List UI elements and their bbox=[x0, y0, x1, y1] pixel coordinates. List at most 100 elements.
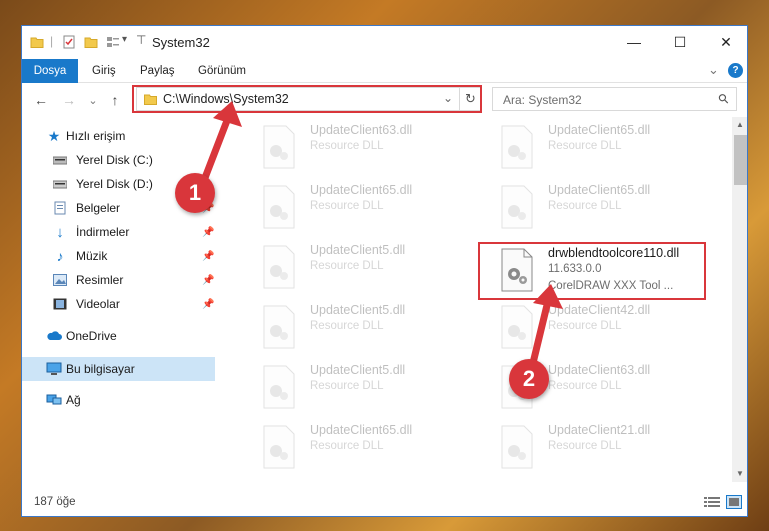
cloud-icon bbox=[46, 328, 62, 344]
step-2-badge: 2 bbox=[509, 359, 549, 399]
navigation-pane: ★ Hızlı erişim Yerel Disk (C:) Yerel Dis… bbox=[22, 117, 215, 482]
search-box[interactable]: Ara: System32 ⚲ bbox=[492, 87, 737, 111]
computer-icon bbox=[46, 361, 62, 377]
file-name: UpdateClient5.dll bbox=[310, 363, 406, 377]
list-item[interactable]: UpdateClient21.dll Resource DLL bbox=[482, 419, 712, 477]
file-name: UpdateClient65.dll bbox=[548, 183, 651, 197]
sidebar-item-label: Hızlı erişim bbox=[66, 129, 126, 143]
dll-file-icon bbox=[501, 125, 533, 169]
sidebar-item-music[interactable]: ♪ Müzik 📌 bbox=[22, 245, 215, 267]
separator: | bbox=[50, 34, 54, 48]
sidebar-item-label: Yerel Disk (D:) bbox=[76, 177, 153, 191]
back-button[interactable]: ← bbox=[32, 91, 50, 109]
sidebar-item-label: OneDrive bbox=[66, 329, 117, 343]
step-1-badge: 1 bbox=[175, 173, 215, 213]
window-title: System32 bbox=[152, 35, 210, 50]
qa-dropdown-icon[interactable]: ▾ bbox=[122, 34, 127, 45]
pin-icon[interactable]: 📌 bbox=[202, 251, 214, 262]
file-type: Resource DLL bbox=[310, 200, 384, 212]
maximize-button[interactable]: ☐ bbox=[657, 26, 703, 58]
network-icon bbox=[46, 392, 62, 408]
title-bar: | ▾ ⊤ System32 — ☐ ✕ bbox=[22, 26, 747, 59]
drive-icon bbox=[52, 176, 68, 192]
status-bar: 187 öğe bbox=[22, 486, 747, 516]
dll-file-icon bbox=[501, 185, 533, 229]
tab-file[interactable]: Dosya bbox=[22, 59, 78, 83]
sidebar-item-label: Videolar bbox=[76, 297, 120, 311]
file-type: Resource DLL bbox=[548, 200, 622, 212]
list-item[interactable]: UpdateClient5.dll Resource DLL bbox=[244, 359, 474, 417]
ribbon-collapse-icon[interactable]: ⌄ bbox=[708, 62, 719, 78]
file-type: Resource DLL bbox=[548, 320, 622, 332]
pin-icon[interactable]: 📌 bbox=[202, 299, 214, 310]
scroll-up-icon[interactable]: ▲ bbox=[736, 120, 744, 129]
up-button[interactable]: ↑ bbox=[106, 91, 124, 109]
drive-icon bbox=[52, 152, 68, 168]
file-type: Resource DLL bbox=[310, 140, 384, 152]
close-button[interactable]: ✕ bbox=[703, 26, 747, 58]
file-highlight-box bbox=[478, 242, 706, 300]
music-icon: ♪ bbox=[56, 248, 64, 264]
help-icon[interactable]: ? bbox=[728, 63, 743, 78]
new-folder-icon[interactable] bbox=[84, 35, 98, 49]
file-name: UpdateClient65.dll bbox=[310, 183, 413, 197]
sidebar-item-videos[interactable]: Videolar 📌 bbox=[22, 293, 215, 315]
sidebar-item-network[interactable]: Ağ bbox=[22, 389, 215, 411]
list-item[interactable]: UpdateClient5.dll Resource DLL bbox=[244, 239, 474, 297]
file-type: Resource DLL bbox=[548, 140, 622, 152]
file-name: UpdateClient65.dll bbox=[310, 423, 413, 437]
pin-icon[interactable]: 📌 bbox=[202, 275, 214, 286]
details-view-icon[interactable] bbox=[704, 496, 720, 508]
file-name: UpdateClient21.dll bbox=[548, 423, 651, 437]
list-item[interactable]: UpdateClient65.dll Resource DLL bbox=[482, 179, 712, 237]
list-item[interactable]: UpdateClient65.dll Resource DLL bbox=[244, 419, 474, 477]
sidebar-item-pictures[interactable]: Resimler 📌 bbox=[22, 269, 215, 291]
file-name: UpdateClient63.dll bbox=[310, 123, 413, 137]
file-type: Resource DLL bbox=[310, 260, 384, 272]
file-name: UpdateClient5.dll bbox=[310, 303, 406, 317]
large-icons-view-icon[interactable] bbox=[726, 495, 742, 509]
sidebar-item-label: Resimler bbox=[76, 273, 124, 287]
sidebar-item-downloads[interactable]: ↓ İndirmeler 📌 bbox=[22, 221, 215, 243]
qa-customize-icon[interactable]: ⊤ bbox=[136, 33, 146, 47]
list-item[interactable]: UpdateClient65.dll Resource DLL bbox=[244, 179, 474, 237]
search-placeholder: Ara: System32 bbox=[503, 93, 582, 107]
list-item[interactable]: UpdateClient5.dll Resource DLL bbox=[244, 299, 474, 357]
vertical-scrollbar[interactable]: ▲ ▼ bbox=[732, 117, 747, 482]
sidebar-item-label: Belgeler bbox=[76, 201, 121, 215]
list-item[interactable]: UpdateClient42.dll Resource DLL bbox=[482, 299, 712, 357]
file-name: UpdateClient5.dll bbox=[310, 243, 406, 257]
sidebar-item-label: Ağ bbox=[66, 393, 81, 407]
file-type: Resource DLL bbox=[548, 380, 622, 392]
sidebar-item-quick-access[interactable]: ★ Hızlı erişim bbox=[22, 125, 215, 147]
dll-file-icon bbox=[501, 305, 533, 349]
sidebar-item-this-pc[interactable]: Bu bilgisayar bbox=[22, 357, 215, 381]
dll-file-icon bbox=[501, 425, 533, 469]
downloads-icon: ↓ bbox=[56, 223, 64, 241]
search-icon[interactable]: ⚲ bbox=[715, 90, 733, 108]
ribbon-tabs: Dosya Giriş Paylaş Görünüm ⌄ ? bbox=[22, 59, 747, 83]
tab-home[interactable]: Giriş bbox=[82, 59, 126, 83]
minimize-button[interactable]: — bbox=[611, 26, 657, 58]
list-item[interactable]: UpdateClient65.dll Resource DLL bbox=[482, 119, 712, 177]
file-name: UpdateClient63.dll bbox=[548, 363, 651, 377]
list-item[interactable]: UpdateClient63.dll Resource DLL bbox=[244, 119, 474, 177]
file-type: Resource DLL bbox=[548, 440, 622, 452]
documents-icon bbox=[52, 200, 68, 216]
dll-file-icon bbox=[263, 365, 295, 409]
sidebar-item-local-disk-c[interactable]: Yerel Disk (C:) bbox=[22, 149, 215, 171]
tab-view[interactable]: Görünüm bbox=[188, 59, 256, 83]
scrollbar-thumb[interactable] bbox=[734, 135, 747, 185]
file-type: Resource DLL bbox=[310, 320, 384, 332]
sidebar-item-onedrive[interactable]: OneDrive bbox=[22, 325, 215, 347]
dll-file-icon bbox=[263, 245, 295, 289]
sidebar-item-label: Yerel Disk (C:) bbox=[76, 153, 153, 167]
pin-icon[interactable]: 📌 bbox=[202, 227, 214, 238]
star-icon: ★ bbox=[47, 127, 61, 144]
properties-icon[interactable] bbox=[62, 35, 76, 49]
recent-locations-button[interactable]: ⌄ bbox=[84, 91, 102, 109]
forward-button[interactable]: → bbox=[60, 91, 78, 109]
tab-share[interactable]: Paylaş bbox=[130, 59, 185, 83]
scroll-down-icon[interactable]: ▼ bbox=[736, 469, 744, 478]
view-options-icon[interactable] bbox=[106, 35, 120, 49]
